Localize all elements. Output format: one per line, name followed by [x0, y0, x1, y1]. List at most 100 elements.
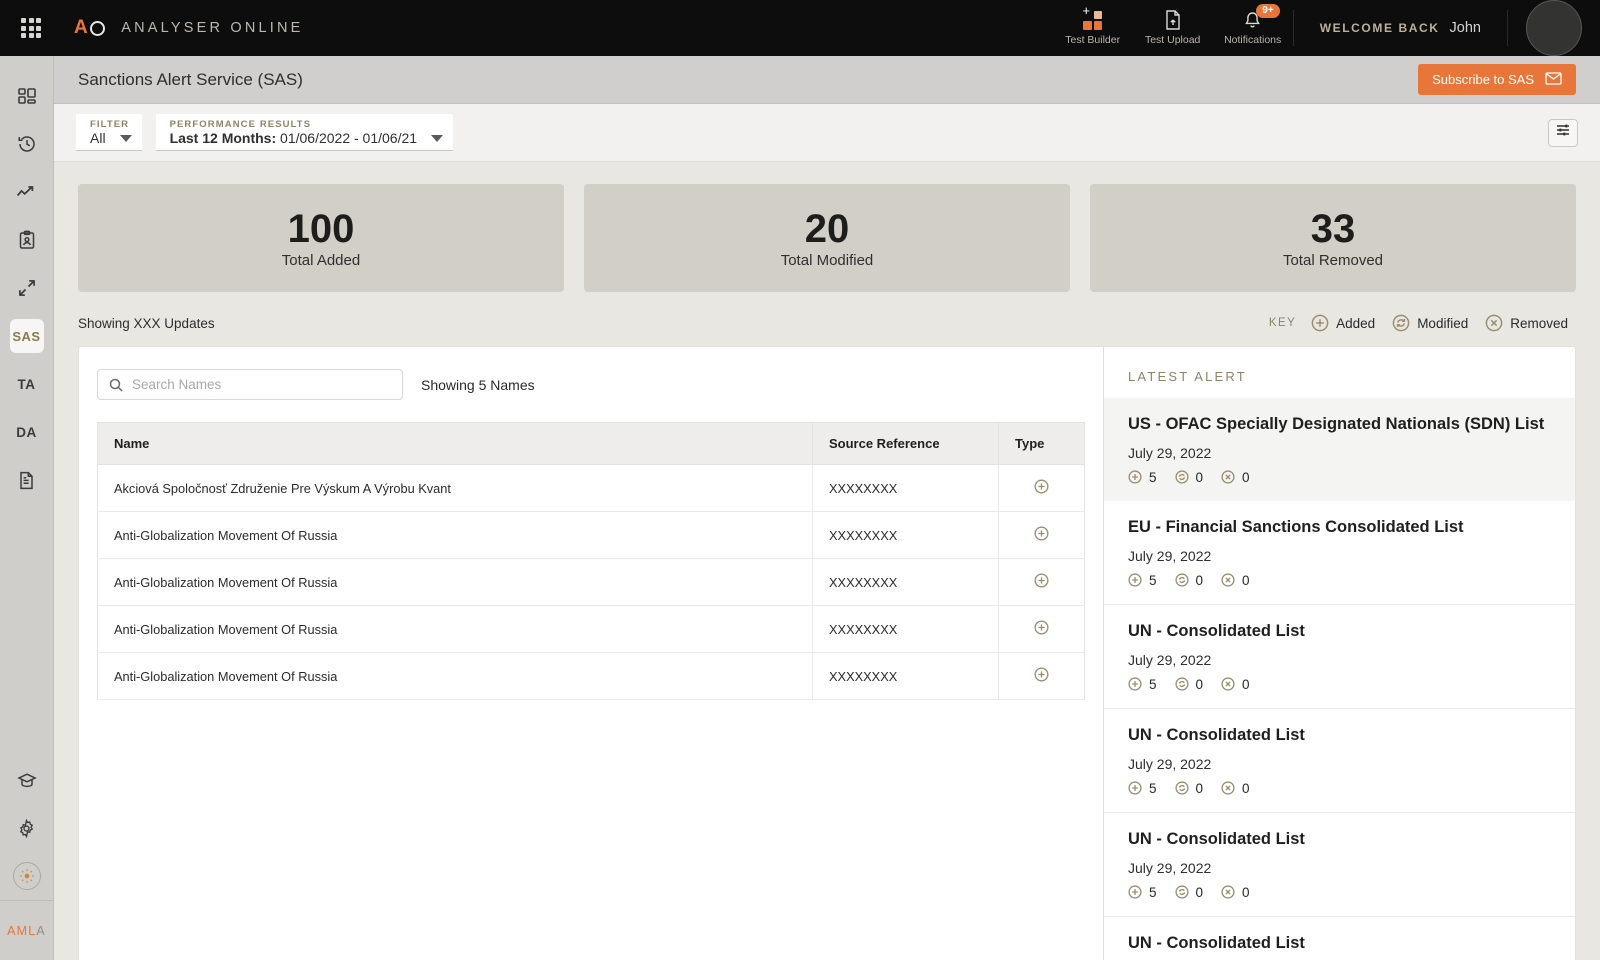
filter-dropdown[interactable]: FILTER All	[76, 114, 142, 151]
tune-settings-button[interactable]	[1548, 118, 1578, 147]
sidebar-item-ta[interactable]: TA	[0, 360, 54, 408]
tune-settings-icon	[1555, 122, 1571, 143]
test-upload-button[interactable]: Test Upload	[1133, 0, 1213, 56]
logo-letter-a: A	[74, 17, 89, 38]
alert-added-count: 5	[1149, 572, 1157, 588]
stat-value: 100	[287, 206, 355, 251]
app-body: SAS TA DA AML A Sanctions Alert Service …	[0, 56, 1600, 960]
table-header-row: Name Source Reference Type	[97, 422, 1085, 465]
alert-added: 5	[1128, 470, 1157, 485]
sidebar-item-trends[interactable]	[0, 168, 54, 216]
table-row[interactable]: Anti-Globalization Movement Of Russia XX…	[97, 605, 1085, 653]
performance-results-label: PERFORMANCE RESULTS	[169, 119, 312, 130]
alert-title: UN - Consolidated List	[1128, 829, 1305, 848]
alert-card[interactable]: UN - Consolidated List July 29, 2022	[1104, 917, 1575, 960]
alert-card[interactable]: US - OFAC Specially Designated Nationals…	[1104, 398, 1575, 501]
alert-title: UN - Consolidated List	[1128, 933, 1305, 952]
table-row[interactable]: Akciová Spoločnosť Združenie Pre Výskum …	[97, 464, 1085, 512]
welcome-label: WELCOME BACK	[1319, 21, 1440, 35]
table-row[interactable]: Anti-Globalization Movement Of Russia XX…	[97, 511, 1085, 559]
notifications-badge: 9+	[1256, 4, 1280, 18]
latest-alert-panel: LATEST ALERT US - OFAC Specially Designa…	[1103, 347, 1575, 960]
circle-plus-icon	[1034, 667, 1049, 682]
sidebar-item-screening[interactable]	[0, 216, 54, 264]
key-item-label: Modified	[1417, 315, 1469, 331]
left-sidebar: SAS TA DA AML A	[0, 56, 54, 960]
alert-card[interactable]: UN - Consolidated List July 29, 2022 5 0	[1104, 813, 1575, 917]
alert-modified-count: 0	[1195, 469, 1204, 485]
filter-dropdown-label: FILTER	[90, 119, 130, 130]
test-builder-button[interactable]: Test Builder	[1053, 0, 1133, 56]
top-actions: Test Builder Test Upload 9+ Notification…	[1053, 0, 1600, 56]
sidebar-item-settings[interactable]	[0, 804, 54, 852]
amla-footer-logo: AML A	[0, 900, 54, 960]
circle-x-icon	[1221, 573, 1235, 587]
sidebar-item-sas[interactable]: SAS	[0, 312, 54, 360]
main-column: Sanctions Alert Service (SAS) Subscribe …	[54, 56, 1600, 960]
alert-added-count: 5	[1149, 676, 1157, 692]
app-root: A ANALYSER ONLINE Test Builder Test Uplo…	[0, 0, 1600, 960]
stat-caption: Total Added	[281, 251, 361, 269]
sidebar-item-da-label: DA	[16, 424, 37, 440]
sidebar-item-da[interactable]: DA	[0, 408, 54, 456]
trending-up-icon	[16, 184, 37, 200]
cell-source-reference: XXXXXXXX	[812, 558, 999, 606]
filter-bar: FILTER All PERFORMANCE RESULTS Last 12 M…	[54, 104, 1600, 162]
sidebar-item-theme-toggle[interactable]	[0, 852, 54, 900]
alert-date: July 29, 2022	[1128, 444, 1212, 461]
circle-plus-icon	[1128, 677, 1142, 691]
table-row[interactable]: Anti-Globalization Movement Of Russia XX…	[97, 558, 1085, 606]
alert-date: July 29, 2022	[1128, 651, 1212, 668]
alert-card[interactable]: EU - Financial Sanctions Consolidated Li…	[1104, 501, 1575, 605]
circle-x-icon	[1221, 470, 1235, 485]
circle-plus-icon	[1034, 573, 1049, 588]
chevron-down-icon	[431, 134, 444, 142]
cell-name: Akciová Spoločnosť Združenie Pre Výskum …	[97, 464, 813, 512]
column-header-type: Type	[998, 422, 1085, 465]
brand-logo[interactable]: A ANALYSER ONLINE	[74, 17, 304, 39]
alert-card[interactable]: UN - Consolidated List July 29, 2022 5 0	[1104, 605, 1575, 709]
alert-modified: 0	[1174, 885, 1203, 900]
search-box[interactable]	[97, 369, 403, 400]
circle-plus-icon	[1034, 479, 1049, 494]
avatar-wrap	[1508, 0, 1600, 56]
sidebar-item-collapse[interactable]	[0, 264, 54, 312]
circle-plus-icon	[1128, 885, 1142, 899]
alert-title: EU - Financial Sanctions Consolidated Li…	[1128, 517, 1464, 536]
user-name: John	[1449, 20, 1481, 36]
alert-removed: 0	[1221, 885, 1250, 900]
alert-stats: 5 0 0	[1128, 781, 1551, 796]
performance-results-dropdown[interactable]: PERFORMANCE RESULTS Last 12 Months: 01/0…	[155, 114, 454, 151]
sidebar-item-reports[interactable]	[0, 456, 54, 504]
stat-value: 33	[1310, 206, 1356, 251]
alert-removed-count: 0	[1242, 780, 1250, 796]
alert-date: July 29, 2022	[1128, 859, 1212, 876]
alert-card[interactable]: UN - Consolidated List July 29, 2022 5 0	[1104, 709, 1575, 813]
notifications-label: Notifications	[1224, 34, 1282, 46]
circle-plus-icon	[1034, 620, 1049, 635]
apps-grid-icon[interactable]	[18, 15, 44, 41]
search-row: Showing 5 Names	[97, 369, 1085, 422]
circle-refresh-icon	[1174, 573, 1189, 587]
table-row[interactable]: Anti-Globalization Movement Of Russia XX…	[97, 652, 1085, 700]
search-input[interactable]	[132, 377, 391, 392]
dashboard-grid-icon	[17, 86, 37, 106]
cell-type	[998, 558, 1085, 606]
subscribe-to-sas-button[interactable]: Subscribe to SAS	[1418, 64, 1576, 95]
sidebar-item-history[interactable]	[0, 120, 54, 168]
alert-title: US - OFAC Specially Designated Nationals…	[1128, 415, 1545, 433]
names-panel: Showing 5 Names Name Source Reference Ty…	[79, 347, 1103, 960]
envelope-icon	[1545, 71, 1562, 88]
alert-added: 5	[1128, 573, 1157, 588]
circle-plus-icon	[1128, 573, 1142, 587]
sidebar-item-learning[interactable]	[0, 756, 54, 804]
stat-card-total-removed: 33 Total Removed	[1090, 184, 1576, 292]
circle-refresh-icon	[1174, 781, 1189, 795]
sidebar-item-dashboard[interactable]	[0, 72, 54, 120]
bell-icon: 9+	[1244, 4, 1280, 30]
alert-date: July 29, 2022	[1128, 547, 1212, 564]
alert-modified-count: 0	[1195, 676, 1204, 692]
notifications-button[interactable]: 9+ Notifications	[1213, 0, 1293, 56]
alert-removed-count: 0	[1242, 469, 1250, 485]
avatar[interactable]	[1526, 0, 1582, 56]
